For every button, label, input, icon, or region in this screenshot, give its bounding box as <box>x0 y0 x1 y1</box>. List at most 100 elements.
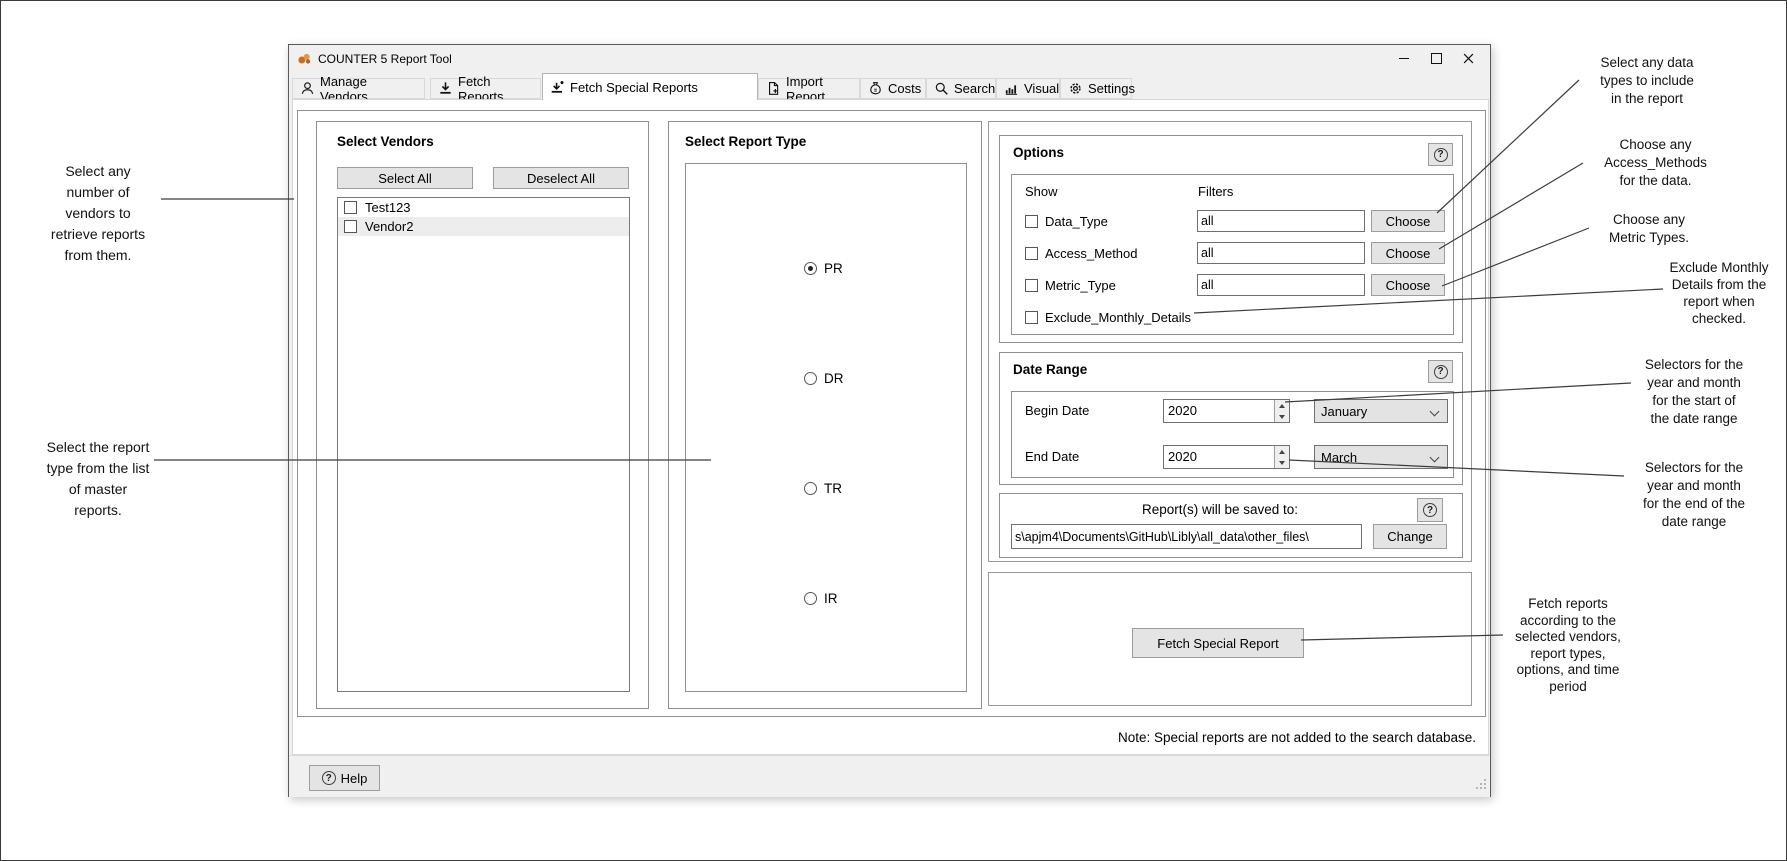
save-path-input[interactable] <box>1011 524 1362 549</box>
import-document-icon <box>766 81 781 96</box>
chevron-down-icon <box>1429 452 1440 463</box>
select-report-type-panel: Select Report Type PR DR TR IR <box>668 121 982 709</box>
data-type-checkbox[interactable] <box>1025 215 1038 228</box>
tab-label: Costs <box>888 81 922 96</box>
radio-label: TR <box>824 481 842 496</box>
metric-type-choose-button[interactable]: Choose <box>1371 274 1445 296</box>
tab-search[interactable]: Search <box>926 78 996 99</box>
vendor-label: Vendor2 <box>365 219 414 234</box>
help-icon: ? <box>1433 147 1448 162</box>
vendor-checkbox[interactable] <box>344 201 357 214</box>
spinner-buttons[interactable] <box>1274 446 1289 468</box>
download-star-icon <box>550 80 565 95</box>
save-location-panel: Report(s) will be saved to: ? Change <box>999 493 1463 558</box>
report-type-option-dr[interactable]: DR <box>804 371 844 386</box>
data-type-choose-button[interactable]: Choose <box>1371 210 1445 232</box>
resize-grip-icon[interactable] <box>1475 777 1487 795</box>
deselect-all-button[interactable]: Deselect All <box>493 167 629 189</box>
begin-month-value: January <box>1321 403 1368 419</box>
special-reports-note: Note: Special reports are not added to t… <box>1118 730 1476 745</box>
radio-icon[interactable] <box>804 372 817 385</box>
chevron-down-icon <box>1429 406 1440 417</box>
annotation-end-selectors: Selectors for the year and month for the… <box>1642 460 1746 529</box>
access-method-filter-input[interactable] <box>1197 242 1365 264</box>
bar-chart-icon <box>1004 81 1019 96</box>
radio-icon[interactable] <box>804 262 817 275</box>
money-bag-icon <box>868 81 883 96</box>
help-icon: ? <box>1433 364 1448 379</box>
date-range-title: Date Range <box>1013 362 1088 377</box>
maximize-icon <box>1430 53 1442 64</box>
radio-icon[interactable] <box>804 592 817 605</box>
metric-type-checkbox[interactable] <box>1025 279 1038 292</box>
begin-month-dropdown[interactable]: January <box>1314 399 1448 423</box>
person-icon <box>300 81 315 96</box>
title-bar[interactable]: COUNTER 5 Report Tool <box>289 45 1490 72</box>
access-method-checkbox[interactable] <box>1025 247 1038 260</box>
window-title: COUNTER 5 Report Tool <box>318 51 452 66</box>
help-button[interactable]: ? Help <box>309 765 380 791</box>
fetch-special-reports-page: Select Vendors Select All Deselect All T… <box>292 99 1489 755</box>
annotation-exclude-monthly: Exclude Monthly Details from the report … <box>1669 260 1769 326</box>
date-range-inner-box: Begin Date 2020 January End Date 2020 Ma… <box>1011 391 1454 478</box>
end-year-value: 2020 <box>1168 449 1197 464</box>
end-year-spinner[interactable]: 2020 <box>1163 445 1290 469</box>
tab-import-report[interactable]: Import Report <box>758 74 860 104</box>
tab-fetch-reports[interactable]: Fetch Reports <box>430 74 541 104</box>
radio-label: IR <box>824 591 838 606</box>
gear-icon <box>1068 81 1083 96</box>
select-vendors-title: Select Vendors <box>337 134 434 149</box>
annotation-report-type: Select the report type from the list of … <box>46 439 150 518</box>
end-month-dropdown[interactable]: March <box>1314 445 1448 469</box>
end-month-value: March <box>1321 449 1358 465</box>
tab-settings[interactable]: Settings <box>1060 78 1135 99</box>
fetch-special-report-button[interactable]: Fetch Special Report <box>1132 628 1304 658</box>
exclude-monthly-details-label: Exclude_Monthly_Details <box>1045 310 1191 325</box>
options-title: Options <box>1013 145 1064 160</box>
annotation-start-selectors: Selectors for the year and month for the… <box>1644 357 1744 426</box>
select-vendors-panel: Select Vendors Select All Deselect All T… <box>316 121 649 709</box>
vendor-list[interactable]: Test123 Vendor2 <box>337 197 630 692</box>
spinner-buttons[interactable] <box>1274 400 1289 422</box>
report-type-option-pr[interactable]: PR <box>804 261 843 276</box>
tab-label: Visual <box>1024 81 1060 96</box>
data-type-filter-input[interactable] <box>1197 210 1365 232</box>
tab-manage-vendors[interactable]: Manage Vendors <box>292 74 425 104</box>
annotation-vendors: Select any number of vendors to retrieve… <box>50 163 146 263</box>
radio-icon[interactable] <box>804 482 817 495</box>
change-path-button[interactable]: Change <box>1373 524 1447 549</box>
exclude-monthly-details-checkbox[interactable] <box>1025 311 1038 324</box>
vendor-checkbox[interactable] <box>344 220 357 233</box>
annotation-fetch: Fetch reports according to the selected … <box>1515 596 1621 694</box>
fetch-panel: Fetch Special Report <box>988 572 1472 706</box>
access-method-choose-button[interactable]: Choose <box>1371 242 1445 264</box>
screenshot-canvas: Select any number of vendors to retrieve… <box>0 0 1787 861</box>
help-icon: ? <box>1423 503 1437 517</box>
date-range-panel: Date Range ? Begin Date 2020 January End… <box>999 352 1463 485</box>
options-help-button[interactable]: ? <box>1428 143 1453 166</box>
options-inner-box: Show Filters Data_Type Choose Access_Met… <box>1011 174 1454 335</box>
vendor-row[interactable]: Vendor2 <box>338 217 629 236</box>
tab-label: Search <box>954 81 996 96</box>
report-type-list: PR DR TR IR <box>685 163 967 692</box>
bottom-bar: ? Help <box>289 755 1490 797</box>
report-type-option-ir[interactable]: IR <box>804 591 838 606</box>
tab-costs[interactable]: Costs <box>860 78 926 99</box>
metric-type-filter-input[interactable] <box>1197 274 1365 296</box>
close-button[interactable] <box>1452 45 1484 72</box>
save-location-help-button[interactable]: ? <box>1417 498 1443 522</box>
report-type-option-tr[interactable]: TR <box>804 481 842 496</box>
begin-year-value: 2020 <box>1168 403 1197 418</box>
tab-fetch-special-reports[interactable]: Fetch Special Reports <box>542 73 758 100</box>
radio-label: DR <box>824 371 844 386</box>
spin-down-icon[interactable] <box>1275 457 1289 468</box>
minimize-button[interactable] <box>1388 45 1420 72</box>
maximize-button[interactable] <box>1420 45 1452 72</box>
spin-down-icon[interactable] <box>1275 411 1289 422</box>
tab-visual[interactable]: Visual <box>996 78 1060 99</box>
vendor-row[interactable]: Test123 <box>338 198 629 217</box>
minimize-icon <box>1399 58 1409 59</box>
date-range-help-button[interactable]: ? <box>1428 360 1453 383</box>
begin-year-spinner[interactable]: 2020 <box>1163 399 1290 423</box>
select-all-button[interactable]: Select All <box>337 167 473 189</box>
